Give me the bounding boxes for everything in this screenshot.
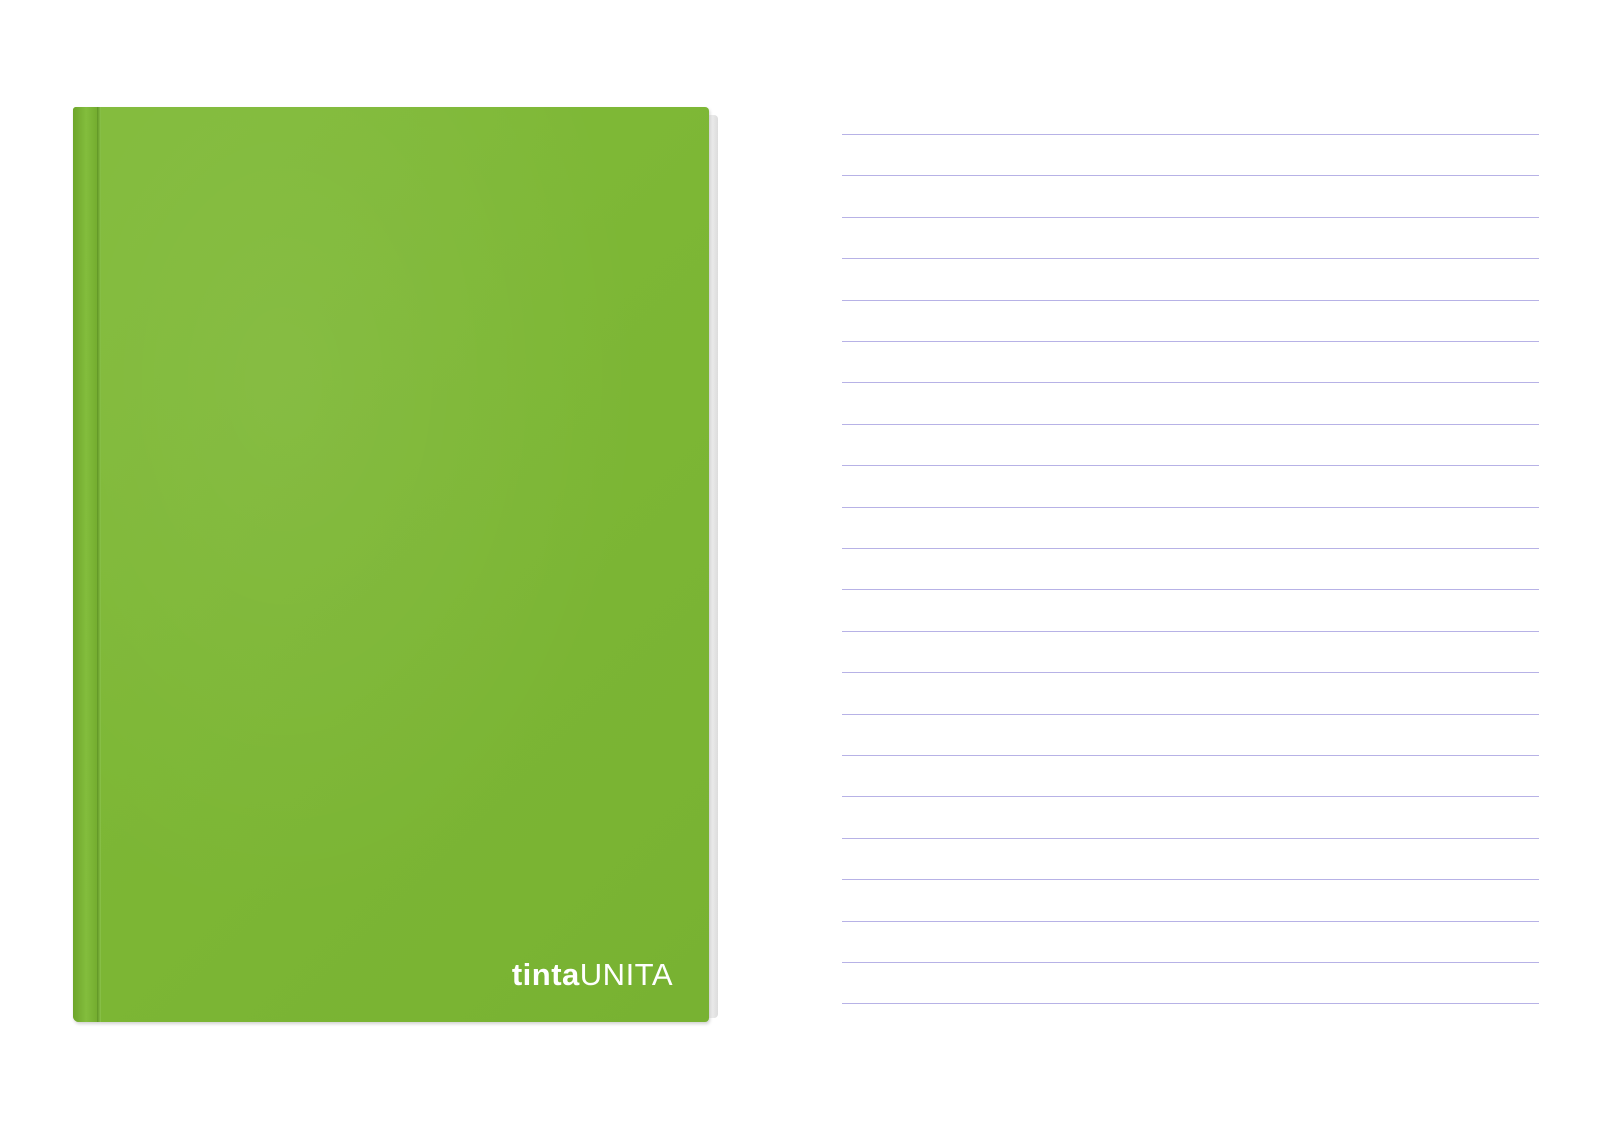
notebook: tintaUNITA xyxy=(73,107,718,1022)
rule-line xyxy=(842,216,1539,218)
notebook-cover: tintaUNITA xyxy=(73,107,709,1022)
rule-line xyxy=(842,589,1539,591)
rule-line xyxy=(842,962,1539,963)
rule-line xyxy=(842,258,1539,260)
rule-line xyxy=(842,299,1539,301)
logo-light-text: UNITA xyxy=(579,957,673,992)
rule-line xyxy=(842,630,1539,632)
rule-line xyxy=(842,175,1539,177)
rule-line xyxy=(842,1003,1539,1005)
rule-line xyxy=(842,796,1539,798)
rule-line xyxy=(842,506,1539,508)
rule-line xyxy=(842,672,1539,674)
ruled-sheet xyxy=(842,134,1539,1009)
logo-bold-text: tinta xyxy=(511,957,580,992)
rule-line xyxy=(842,465,1539,467)
rule-line xyxy=(842,423,1539,425)
rule-line xyxy=(842,341,1539,342)
rule-line xyxy=(842,837,1539,839)
rule-line xyxy=(842,382,1539,384)
rule-line xyxy=(842,879,1539,881)
cover-sheen xyxy=(101,107,709,1022)
rule-line xyxy=(842,755,1539,756)
rule-line xyxy=(842,548,1539,549)
brand-logo: tintaUNITA xyxy=(512,959,673,990)
cover-spine xyxy=(73,107,97,1022)
rule-line xyxy=(842,134,1539,135)
rule-line xyxy=(842,713,1539,715)
rule-line xyxy=(842,920,1539,922)
